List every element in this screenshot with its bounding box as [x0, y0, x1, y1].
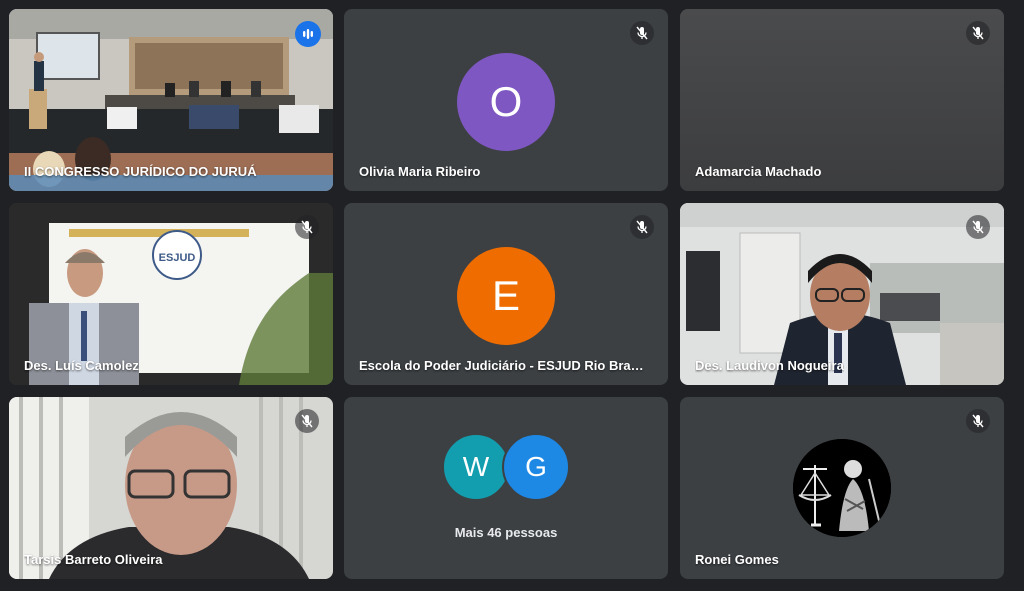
participant-tile-congresso[interactable]: II CONGRESSO JURÍDICO DO JURUÁ	[9, 9, 333, 191]
mic-off-icon	[630, 215, 654, 239]
participant-name: Tarsis Barreto Oliveira	[24, 552, 163, 567]
mic-off-icon	[966, 215, 990, 239]
mic-off-icon	[630, 21, 654, 45]
mic-off-icon	[966, 409, 990, 433]
participant-tile-ronei[interactable]: Ronei Gomes	[680, 397, 1004, 579]
mic-off-icon	[966, 21, 990, 45]
participant-tile-esjud[interactable]: E Escola do Poder Judiciário - ESJUD Rio…	[344, 203, 668, 385]
avatar: G	[502, 433, 570, 501]
svg-text:ESJUD: ESJUD	[159, 252, 196, 264]
more-participants-tile[interactable]: W G Mais 46 pessoas	[344, 397, 668, 579]
more-participants-label: Mais 46 pessoas	[454, 525, 558, 540]
participant-tile-olivia[interactable]: O Olivia Maria Ribeiro	[344, 9, 668, 191]
audio-bars-icon	[295, 21, 321, 47]
mic-off-icon	[295, 409, 319, 433]
participant-name: Des. Luís Camolez	[24, 358, 139, 373]
avatar: E	[457, 247, 555, 345]
participant-tile-adamarcia[interactable]: Adamarcia Machado	[680, 9, 1004, 191]
mic-off-icon	[295, 215, 319, 239]
participant-name: Olivia Maria Ribeiro	[359, 164, 481, 179]
more-avatars: W G	[344, 433, 668, 501]
participant-name: II CONGRESSO JURÍDICO DO JURUÁ	[24, 164, 257, 179]
participant-tile-tarsis[interactable]: Tarsis Barreto Oliveira	[9, 397, 333, 579]
participant-tile-laudivon[interactable]: Des. Laudivon Nogueira	[680, 203, 1004, 385]
participant-name: Adamarcia Machado	[695, 164, 822, 179]
avatar: W	[442, 433, 510, 501]
participant-tile-luis-camolez[interactable]: ESJUD Des. Luís Camolez	[9, 203, 333, 385]
avatar	[793, 439, 891, 537]
participant-name: Ronei Gomes	[695, 552, 779, 567]
participant-name: Des. Laudivon Nogueira	[695, 358, 844, 373]
avatar: O	[457, 53, 555, 151]
participant-name: Escola do Poder Judiciário - ESJUD Rio B…	[359, 358, 651, 373]
justice-scales-icon	[793, 439, 891, 537]
